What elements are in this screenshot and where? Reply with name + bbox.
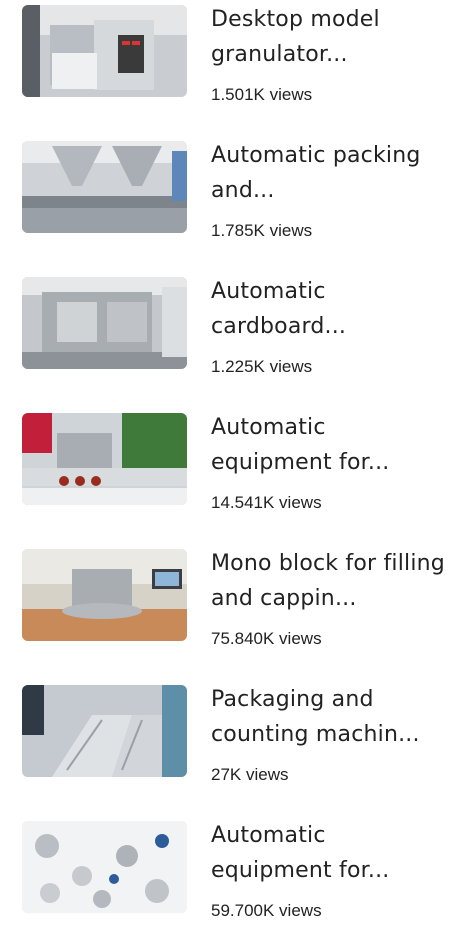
video-thumbnail[interactable]	[22, 141, 187, 233]
video-title[interactable]: Packaging and counting machin...	[211, 682, 451, 752]
view-count: 1.785K views	[211, 221, 313, 240]
video-title[interactable]: Desktop model granulator...	[211, 2, 451, 72]
view-count: 75.840K views	[211, 629, 322, 648]
video-thumbnail[interactable]	[22, 685, 187, 777]
video-item[interactable]: Automatic equipment for... 14.541K views	[0, 408, 463, 544]
video-thumbnail[interactable]	[22, 821, 187, 913]
video-item[interactable]: Automatic equipment for... 59.700K views	[0, 816, 463, 927]
video-item[interactable]: Packaging and counting machin... 27K vie…	[0, 680, 463, 816]
view-count: 59.700K views	[211, 901, 322, 920]
video-thumbnail[interactable]	[22, 5, 187, 97]
video-title[interactable]: Automatic cardboard...	[211, 274, 451, 344]
video-thumbnail[interactable]	[22, 549, 187, 641]
video-item[interactable]: Automatic cardboard... 1.225K views	[0, 272, 463, 408]
view-count: 14.541K views	[211, 493, 322, 512]
video-item[interactable]: Automatic packing and... 1.785K views	[0, 136, 463, 272]
video-title[interactable]: Mono block for filling and cappin...	[211, 546, 451, 616]
video-title[interactable]: Automatic equipment for...	[211, 818, 451, 888]
view-count: 1.225K views	[211, 357, 313, 376]
video-item[interactable]: Desktop model granulator... 1.501K views	[0, 0, 463, 136]
view-count: 1.501K views	[211, 85, 313, 104]
video-list: Desktop model granulator... 1.501K views…	[0, 0, 463, 927]
video-item[interactable]: Mono block for filling and cappin... 75.…	[0, 544, 463, 680]
video-title[interactable]: Automatic packing and...	[211, 138, 451, 208]
view-count: 27K views	[211, 765, 289, 784]
video-thumbnail[interactable]	[22, 277, 187, 369]
video-title[interactable]: Automatic equipment for...	[211, 410, 451, 480]
video-thumbnail[interactable]	[22, 413, 187, 505]
